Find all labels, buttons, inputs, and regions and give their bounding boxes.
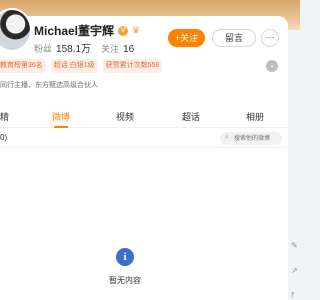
tab-super-topic[interactable]: 超话 (182, 110, 200, 123)
tab-albums[interactable]: 相册 (246, 110, 264, 123)
following-label: 关注 (101, 44, 120, 54)
share-icon[interactable]: ↗ (291, 265, 300, 277)
following-count[interactable]: 16 (123, 44, 134, 55)
tag-likes-total[interactable]: 获赞累计次数558 (102, 59, 163, 73)
tab-featured[interactable]: 精 (0, 110, 9, 123)
tab-videos[interactable]: 视频 (116, 110, 134, 123)
profile-name: Michael董宇辉 (34, 24, 115, 38)
crown-icon[interactable]: ♛ (132, 26, 143, 35)
profile-description: 同行主播、东方甄选高级合伙人 (0, 82, 98, 89)
feed-search-box[interactable]: ⌕ (220, 132, 282, 145)
feed-search-input[interactable] (234, 133, 280, 144)
empty-state-message: 暂无内容 (109, 276, 141, 285)
profile-tags: 教育榜第36名 超话 白银1级 获赞累计次数558 (0, 59, 163, 73)
tag-super-topic-level[interactable]: 超话 白银1级 (50, 59, 98, 73)
verified-badge-icon[interactable]: V (118, 25, 129, 36)
follow-button[interactable]: +关注 (168, 29, 205, 47)
message-button[interactable]: 留言 (212, 29, 256, 47)
info-icon: i (116, 248, 134, 266)
fans-count[interactable]: 158.1万 (56, 40, 91, 55)
profile-tabs: 精 微博 视频 超话 相册 (0, 106, 288, 128)
floating-toolbar: ✎ ↗ ⤒ (291, 240, 300, 300)
profile-name-row: Michael董宇辉 V ♛ (34, 22, 143, 39)
more-options-button[interactable]: ··· (261, 29, 279, 47)
expand-chevron-icon[interactable]: ⌄ (266, 60, 278, 72)
tab-weibo[interactable]: 微博 (52, 110, 70, 123)
feedback-icon[interactable]: ✎ (291, 240, 300, 252)
fans-label: 粉丝 (34, 44, 53, 54)
search-icon[interactable]: ⌕ (225, 134, 233, 142)
tag-education-rank[interactable]: 教育榜第36名 (0, 59, 46, 73)
profile-stats: 粉丝 158.1万 关注 16 (34, 40, 140, 55)
feed-toolbar: 0) ⌕ (0, 128, 288, 148)
feed-count: 0) (0, 133, 8, 142)
back-to-top-icon[interactable]: ⤒ (291, 290, 300, 300)
